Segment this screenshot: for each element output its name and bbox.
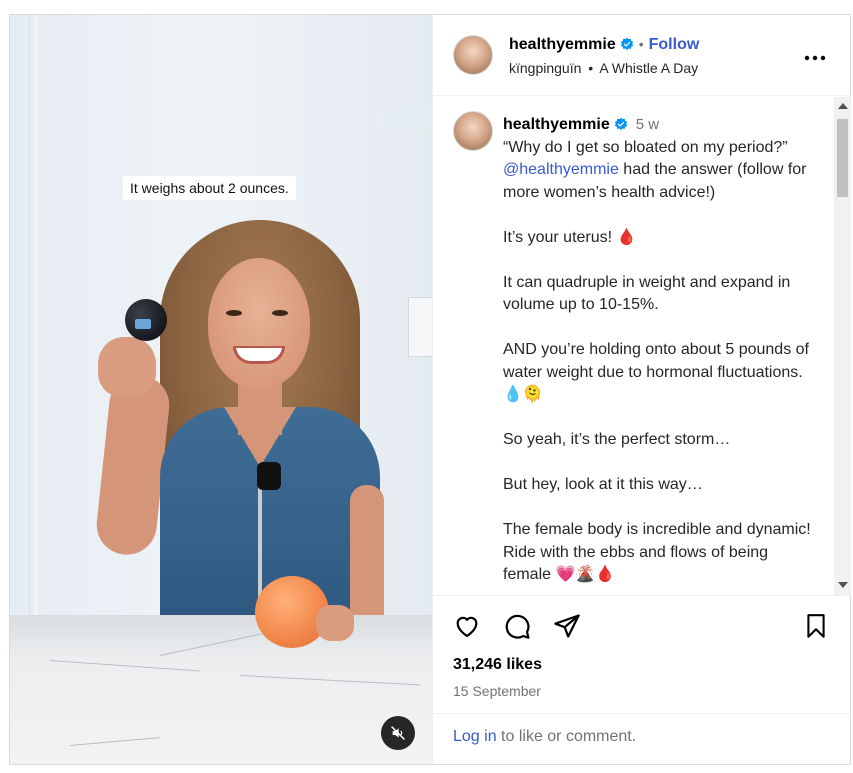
share-button[interactable] — [553, 612, 583, 642]
post-actions: 31,246 likes 15 September Log in to like… — [433, 595, 851, 764]
login-link[interactable]: Log in — [453, 728, 497, 745]
login-prompt-text: to like or comment. — [496, 728, 637, 745]
audio-artist[interactable]: kïngpinguïn — [509, 60, 581, 76]
marble-table — [10, 615, 432, 764]
separator-dot: • — [638, 36, 644, 52]
post-header: healthyemmie • Follow kïngpinguïn • A Whis… — [433, 15, 850, 96]
like-button[interactable] — [453, 612, 483, 642]
more-options-button[interactable] — [804, 43, 826, 65]
lapel-mic — [257, 462, 281, 490]
comment-button[interactable] — [503, 612, 533, 642]
speaker-muted-icon — [391, 726, 405, 740]
post-side-panel: healthyemmie • Follow kïngpinguïn • A Whis… — [432, 15, 851, 764]
bookmark-icon — [807, 614, 825, 638]
heart-icon — [456, 616, 478, 638]
post-date[interactable]: 15 September — [453, 683, 541, 699]
verified-badge-icon — [620, 37, 633, 50]
comment-time[interactable]: 5 w — [636, 116, 659, 133]
scrollbar-thumb[interactable] — [837, 119, 848, 197]
person-face — [208, 258, 310, 388]
audio-attribution[interactable]: kïngpinguïn • A Whistle A Day — [509, 60, 698, 76]
caption-text-2: had the answer (follow for more women’s … — [503, 161, 811, 583]
mute-button[interactable] — [381, 716, 415, 750]
verified-badge-icon — [614, 117, 627, 130]
mention-link[interactable]: @healthyemmie — [503, 161, 619, 178]
light-switch — [408, 297, 432, 357]
author-username[interactable]: healthyemmie — [509, 36, 616, 53]
scrollbar[interactable] — [834, 97, 851, 595]
save-button[interactable] — [803, 612, 833, 642]
post-video[interactable]: It weighs about 2 ounces. — [10, 15, 432, 764]
audio-title[interactable]: A Whistle A Day — [599, 60, 698, 76]
caption-text-1: “Why do I get so bloated on my period?” — [503, 138, 793, 156]
share-icon — [554, 614, 580, 638]
more-options-icon — [804, 55, 826, 61]
comments-area[interactable]: healthyemmie 5 w “Why do I get so bloated… — [433, 97, 851, 595]
video-caption: It weighs about 2 ounces. — [123, 176, 296, 200]
scroll-up-arrow-icon[interactable] — [838, 103, 848, 109]
follow-button[interactable]: Follow — [649, 36, 700, 53]
likes-count[interactable]: 31,246 likes — [453, 656, 542, 674]
comment-icon — [505, 614, 530, 639]
avatar[interactable] — [453, 35, 493, 75]
scroll-down-arrow-icon[interactable] — [838, 582, 848, 588]
comment-username[interactable]: healthyemmie — [503, 116, 610, 133]
avatar[interactable] — [453, 111, 493, 151]
post-dialog: It weighs about 2 ounces. healthyemmie • F… — [9, 14, 851, 765]
login-prompt: Log in to like or comment. — [433, 713, 851, 764]
